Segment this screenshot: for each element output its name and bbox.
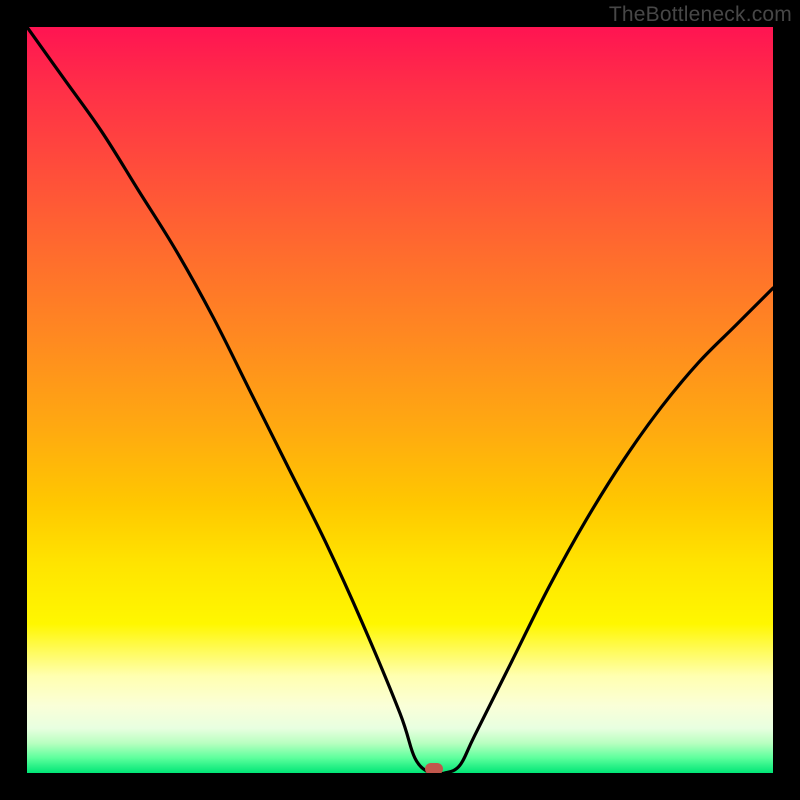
bottleneck-curve: [27, 27, 773, 773]
plot-area: [27, 27, 773, 773]
bottleneck-marker: [425, 763, 443, 773]
chart-frame: TheBottleneck.com: [0, 0, 800, 800]
watermark-text: TheBottleneck.com: [609, 3, 792, 27]
